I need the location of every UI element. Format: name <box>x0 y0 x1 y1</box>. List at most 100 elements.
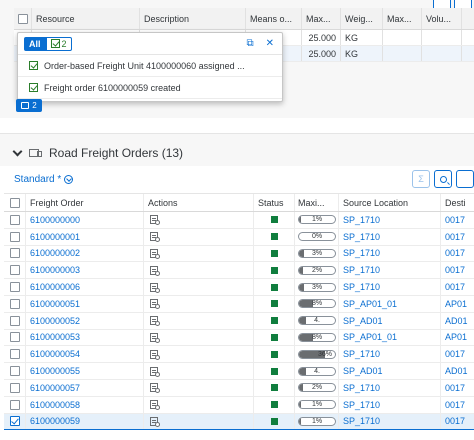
freight-order-link[interactable]: 6100000003 <box>26 262 144 279</box>
variant-selector[interactable]: Standard * <box>14 174 74 185</box>
more-button[interactable] <box>456 170 474 188</box>
destination-link[interactable]: 0017 <box>441 262 474 278</box>
destination-link[interactable]: 0017 <box>441 279 474 295</box>
row-select-cell[interactable] <box>4 379 26 396</box>
freight-order-link[interactable]: 6100000053 <box>26 329 144 346</box>
row-checkbox[interactable] <box>9 366 20 377</box>
freight-order-link[interactable]: 6100000052 <box>26 312 144 329</box>
row-checkbox[interactable] <box>9 248 20 259</box>
freight-order-link[interactable]: 6100000058 <box>26 396 144 413</box>
row-select-cell[interactable] <box>4 413 26 430</box>
col-destination[interactable]: Desti <box>441 194 474 211</box>
filter-all-button[interactable]: All <box>24 36 46 51</box>
source-location-link[interactable]: SP_1710 <box>339 346 441 363</box>
message-item[interactable]: Freight order 6100000059 created <box>18 77 282 99</box>
message-button[interactable]: 2 <box>16 99 42 112</box>
document-search-icon[interactable] <box>150 282 160 293</box>
document-search-icon[interactable] <box>150 349 160 360</box>
table-row[interactable]: 6100000057 2% SP_1710 0017 <box>4 379 474 397</box>
document-search-icon[interactable] <box>150 416 160 427</box>
destination-link[interactable]: AP01 <box>441 330 474 346</box>
document-search-icon[interactable] <box>150 265 160 276</box>
source-location-link[interactable]: SP_1710 <box>339 379 441 396</box>
source-location-link[interactable]: SP_1710 <box>339 212 441 228</box>
col-description[interactable]: Description <box>140 8 246 29</box>
document-search-icon[interactable] <box>150 215 160 226</box>
destination-link[interactable]: 0017 <box>441 397 474 413</box>
freight-order-link[interactable]: 6100000002 <box>26 245 144 262</box>
col-actions[interactable]: Actions <box>144 194 254 211</box>
source-location-link[interactable]: SP_1710 <box>339 262 441 279</box>
row-checkbox[interactable] <box>9 315 20 326</box>
sum-button[interactable]: Σ <box>412 170 430 188</box>
destination-link[interactable]: AD01 <box>441 313 474 329</box>
close-icon[interactable]: ✕ <box>266 38 274 49</box>
source-location-link[interactable]: SP_AP01_01 <box>339 295 441 312</box>
row-select-cell[interactable] <box>4 295 26 312</box>
row-select-cell[interactable] <box>4 245 26 262</box>
row-checkbox[interactable] <box>9 382 20 393</box>
table-row[interactable]: 6100000054 36% SP_1710 0017 <box>4 346 474 364</box>
document-search-icon[interactable] <box>150 248 160 259</box>
col-weight-uom[interactable]: Weig... <box>341 8 383 29</box>
col-max-utilization[interactable]: Maxi... <box>295 194 339 211</box>
search-button[interactable] <box>434 170 452 188</box>
table-row[interactable]: 6100000051 8% SP_AP01_01 AP01 <box>4 295 474 313</box>
document-search-icon[interactable] <box>150 383 160 394</box>
destination-link[interactable]: 0017 <box>441 212 474 228</box>
source-location-link[interactable]: SP_AP01_01 <box>339 329 441 346</box>
row-select-cell[interactable] <box>4 346 26 363</box>
destination-link[interactable]: 0017 <box>441 414 474 430</box>
table-row[interactable]: 6100000006 3% SP_1710 0017 <box>4 279 474 296</box>
row-checkbox[interactable] <box>9 399 20 410</box>
row-select-cell[interactable] <box>4 228 26 245</box>
col-max-volume[interactable]: Max... <box>383 8 422 29</box>
document-search-icon[interactable] <box>150 316 160 327</box>
table-row[interactable]: 6100000003 2% SP_1710 0017 <box>4 262 474 280</box>
table-row[interactable]: 6100000053 8% SP_AP01_01 AP01 <box>4 329 474 347</box>
source-location-link[interactable]: SP_1710 <box>339 279 441 295</box>
row-checkbox[interactable] <box>9 231 20 242</box>
table-row[interactable]: 6100000059 1% SP_1710 0017 <box>4 413 474 431</box>
row-checkbox[interactable] <box>9 332 20 343</box>
table-row[interactable]: 6100000052 4. SP_AD01 AD01 <box>4 312 474 330</box>
filter-success-button[interactable]: 2 <box>45 36 72 51</box>
table-row[interactable]: 6100000058 1% SP_1710 0017 <box>4 396 474 414</box>
select-all-resources[interactable] <box>14 8 32 29</box>
col-source-location[interactable]: Source Location <box>339 194 441 211</box>
freight-order-link[interactable]: 6100000051 <box>26 295 144 312</box>
document-search-icon[interactable] <box>150 299 160 310</box>
collapse-chevron-icon[interactable] <box>12 146 23 156</box>
source-location-link[interactable]: SP_1710 <box>339 228 441 245</box>
row-checkbox[interactable] <box>9 349 20 360</box>
document-search-icon[interactable] <box>150 232 160 243</box>
row-select-cell[interactable] <box>4 312 26 329</box>
select-all-cell[interactable] <box>4 194 26 211</box>
table-row[interactable]: 6100000000 1% SP_1710 0017 <box>4 212 474 229</box>
row-select-cell[interactable] <box>4 396 26 413</box>
destination-link[interactable]: 0017 <box>441 246 474 262</box>
col-max-weight[interactable]: Max... <box>302 8 341 29</box>
table-row[interactable]: 6100000055 4. SP_AD01 AD01 <box>4 363 474 380</box>
row-checkbox[interactable] <box>9 265 20 276</box>
message-item[interactable]: Order-based Freight Unit 4100000060 assi… <box>18 55 282 77</box>
col-means-of-transport[interactable]: Means o... <box>246 8 302 29</box>
destination-link[interactable]: AP01 <box>441 296 474 312</box>
row-select-cell[interactable] <box>4 279 26 295</box>
source-location-link[interactable]: SP_1710 <box>339 245 441 262</box>
freight-order-link[interactable]: 6100000055 <box>26 363 144 379</box>
open-external-icon[interactable]: ⧉ <box>246 38 253 49</box>
row-select-cell[interactable] <box>4 212 26 228</box>
source-location-link[interactable]: SP_1710 <box>339 413 441 430</box>
document-search-icon[interactable] <box>150 332 160 343</box>
freight-order-link[interactable]: 6100000057 <box>26 379 144 396</box>
row-checkbox[interactable] <box>9 282 20 293</box>
freight-order-link[interactable]: 6100000006 <box>26 279 144 295</box>
row-select-cell[interactable] <box>4 363 26 379</box>
freight-order-link[interactable]: 6100000000 <box>26 212 144 228</box>
destination-link[interactable]: 0017 <box>441 229 474 245</box>
destination-link[interactable]: 0017 <box>441 346 474 362</box>
checkbox[interactable] <box>17 13 28 24</box>
col-resource[interactable]: Resource <box>32 8 140 29</box>
col-status[interactable]: Status <box>254 194 295 211</box>
